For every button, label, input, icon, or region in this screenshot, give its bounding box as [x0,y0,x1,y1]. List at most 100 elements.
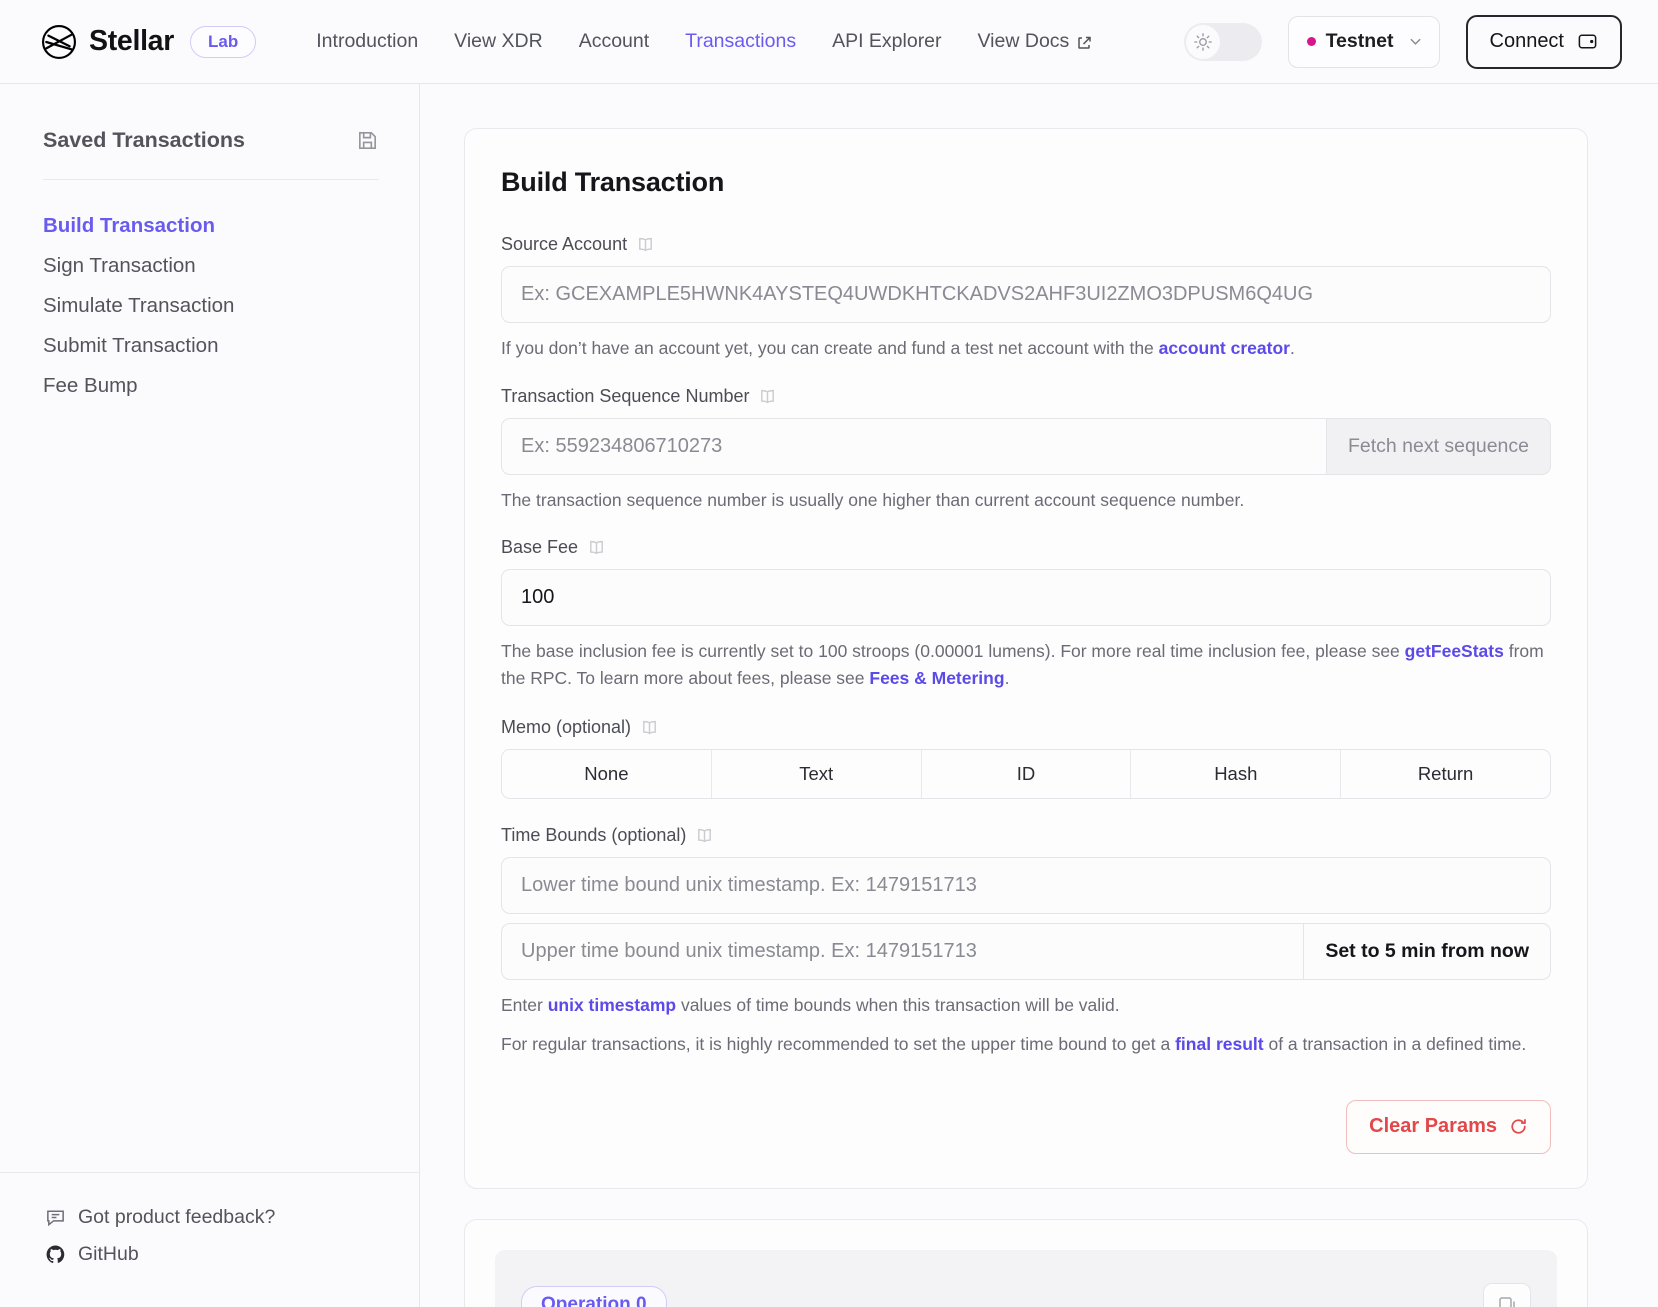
base-fee-field: Base Fee 100 The base inclusion fee is c… [501,537,1551,691]
build-transaction-card: Build Transaction Source Account Ex: GCE… [464,128,1588,1189]
unix-timestamp-link[interactable]: unix timestamp [548,995,676,1015]
account-creator-link[interactable]: account creator [1159,338,1290,358]
sidebar-footer: Got product feedback? GitHub [0,1172,419,1307]
book-icon[interactable] [640,718,659,737]
memo-tab-id[interactable]: ID [921,750,1132,799]
chevron-down-icon [1410,38,1420,45]
memo-tab-return[interactable]: Return [1341,750,1550,799]
network-selector[interactable]: Testnet [1287,15,1440,68]
sequence-number-input-group: Ex: 559234806710273 Fetch next sequence [501,417,1551,475]
operations-card: Operation 0 [464,1218,1588,1307]
fetch-next-sequence-button[interactable]: Fetch next sequence [1325,417,1551,475]
stellar-logo-icon [42,24,76,59]
sidebar-item-simulate-transaction[interactable]: Simulate Transaction [43,286,379,326]
help-text-before: Enter [501,995,548,1016]
page-title: Build Transaction [501,167,725,197]
nav-link-view-docs[interactable]: View Docs [978,30,1093,53]
base-fee-input[interactable]: 100 [501,569,1551,627]
help-text-3: . [1004,667,1010,688]
book-icon[interactable] [758,387,777,406]
network-label: Testnet [1325,30,1394,52]
sun-icon [1193,32,1212,51]
app-body: Saved Transactions Build Transaction Sig… [0,84,1658,1307]
nav-link-account[interactable]: Account [579,30,649,53]
book-icon[interactable] [587,538,606,557]
main-content: Build Transaction Source Account Ex: GCE… [420,84,1658,1307]
book-icon[interactable] [695,826,714,845]
nav-link-view-xdr[interactable]: View XDR [454,30,543,53]
footer-link-label: GitHub [78,1243,139,1265]
upper-time-bound-input[interactable]: Upper time bound unix timestamp. Ex: 147… [501,923,1304,981]
time-bounds-field: Time Bounds (optional) Lower time bound … [501,825,1551,1057]
help-text-1: The base inclusion fee is currently set … [501,641,1405,662]
sequence-number-input[interactable]: Ex: 559234806710273 [501,417,1326,475]
help-text-after: values of time bounds when this transact… [676,995,1120,1016]
get-fee-stats-link[interactable]: getFeeStats [1405,641,1504,661]
connect-button[interactable]: Connect [1465,14,1622,69]
sequence-number-field: Transaction Sequence Number Ex: 55923480… [501,386,1551,514]
fees-and-metering-link[interactable]: Fees & Metering [869,668,1004,688]
nav-label: Account [578,30,650,52]
theme-toggle[interactable] [1183,22,1262,61]
sidebar: Saved Transactions Build Transaction Sig… [0,84,420,1307]
nav-label: View XDR [454,30,543,52]
footer-link-label: Got product feedback? [78,1206,276,1228]
lower-time-bound-input[interactable]: Lower time bound unix timestamp. Ex: 147… [501,857,1551,915]
sidebar-item-build-transaction[interactable]: Build Transaction [43,206,379,246]
nav-label: API Explorer [832,30,942,52]
operation-row: Operation 0 [495,1249,1557,1307]
nav-link-introduction[interactable]: Introduction [316,30,418,53]
sequence-number-label-row: Transaction Sequence Number [501,386,1551,407]
source-account-field: Source Account Ex: GCEXAMPLE5HWNK4AYSTEQ… [501,234,1551,362]
base-fee-label-row: Base Fee [501,537,1551,558]
operation-copy-button[interactable] [1483,1282,1531,1307]
brand-name: Stellar [89,25,175,57]
github-icon [46,1245,65,1264]
product-feedback-link[interactable]: Got product feedback? [45,1199,379,1236]
sequence-number-label: Transaction Sequence Number [501,385,750,406]
memo-tab-none[interactable]: None [502,750,712,799]
time-bounds-help-2: For regular transactions, it is highly r… [501,1031,1551,1058]
github-link[interactable]: GitHub [45,1236,379,1273]
final-result-link[interactable]: final result [1175,1034,1264,1054]
refresh-icon [1511,1119,1526,1134]
source-account-input[interactable]: Ex: GCEXAMPLE5HWNK4AYSTEQ4UWDKHTCKADVS2A… [501,266,1551,323]
nav-label: Introduction [316,30,419,52]
memo-tab-hash[interactable]: Hash [1131,750,1342,799]
upper-time-bound-group: Upper time bound unix timestamp. Ex: 147… [501,923,1551,981]
wallet-icon [1578,34,1597,49]
book-icon[interactable] [636,235,655,254]
nav-label: View Docs [977,30,1070,52]
sidebar-divider [43,179,379,180]
nav-link-api-explorer[interactable]: API Explorer [832,30,941,53]
memo-label-row: Memo (optional) [501,717,1551,738]
nav-link-transactions[interactable]: Transactions [685,30,796,53]
sequence-number-help: The transaction sequence number is usual… [501,489,1245,510]
brand-logo[interactable]: Stellar [42,24,175,59]
main-nav: Introduction View XDR Account Transactio… [316,30,1092,53]
time-bounds-label: Time Bounds (optional) [501,825,687,846]
time-bounds-label-row: Time Bounds (optional) [501,825,1551,846]
lab-badge: Lab [190,25,257,58]
clear-params-label: Clear Params [1369,1115,1497,1138]
memo-label: Memo (optional) [501,717,632,738]
app-header: Stellar Lab Introduction View XDR Accoun… [0,0,1658,84]
set-five-minutes-button[interactable]: Set to 5 min from now [1303,923,1551,981]
sidebar-item-submit-transaction[interactable]: Submit Transaction [43,326,379,366]
help-text-before: For regular transactions, it is highly r… [501,1033,1176,1054]
save-icon[interactable] [356,129,379,152]
saved-transactions-title: Saved Transactions [43,128,245,152]
time-bounds-help-1: Enter unix timestamp values of time boun… [501,992,1551,1019]
help-text-before: If you don’t have an account yet, you ca… [501,338,1159,358]
sidebar-item-fee-bump[interactable]: Fee Bump [43,366,379,406]
header-actions: Testnet Connect [1183,14,1622,69]
network-status-dot [1306,37,1316,46]
source-account-label: Source Account [501,234,628,254]
source-account-help: If you don’t have an account yet, you ca… [501,335,1551,362]
operation-badge[interactable]: Operation 0 [521,1285,667,1307]
memo-tab-text[interactable]: Text [711,750,922,799]
saved-transactions-header: Saved Transactions [43,128,379,153]
sidebar-item-sign-transaction[interactable]: Sign Transaction [43,246,379,286]
clear-params-button[interactable]: Clear Params [1346,1099,1551,1154]
base-fee-label: Base Fee [501,537,579,558]
